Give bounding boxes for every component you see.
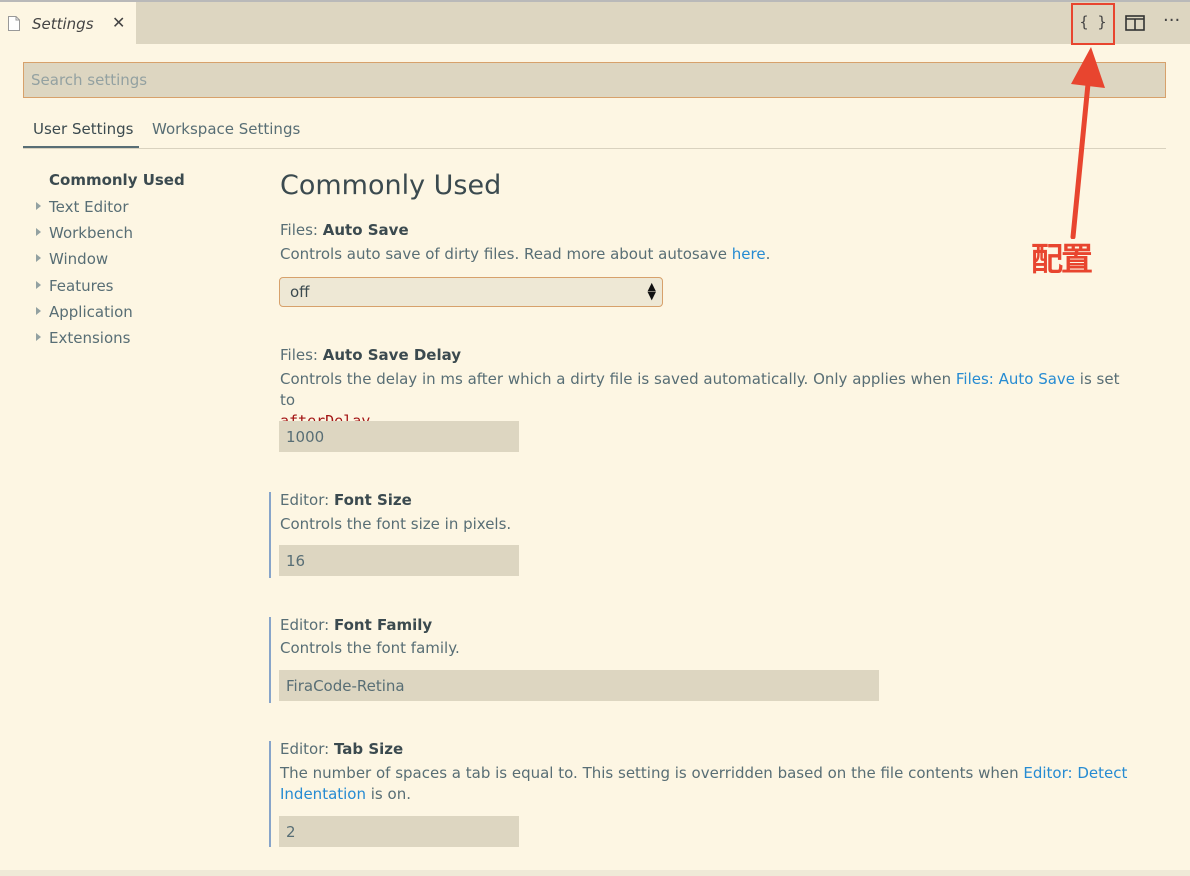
files-auto-save-link[interactable]: Files: Auto Save xyxy=(956,370,1075,388)
modified-indicator xyxy=(269,741,271,847)
tab-size-input[interactable] xyxy=(279,816,519,847)
annotation-arrow xyxy=(1070,47,1105,239)
setting-key: Tab Size xyxy=(333,740,404,758)
setting-desc-font-family: Controls the font family. xyxy=(280,639,460,657)
desc-text: Controls auto save of dirty files. Read … xyxy=(280,245,732,263)
chevron-right-icon xyxy=(36,281,41,289)
open-settings-json-button[interactable]: { } xyxy=(1071,3,1115,45)
toc-application[interactable]: Application xyxy=(49,303,133,321)
setting-category: Editor: xyxy=(280,491,334,509)
toc-features[interactable]: Features xyxy=(49,277,114,295)
setting-key: Auto Save xyxy=(322,221,409,239)
setting-category: Editor: xyxy=(280,616,334,634)
tab-user-settings[interactable]: User Settings xyxy=(33,120,133,138)
desc-text: Controls the delay in ms after which a d… xyxy=(280,370,956,388)
desc-text: . xyxy=(765,245,771,263)
modified-indicator xyxy=(269,492,271,578)
select-value: off xyxy=(290,283,310,301)
toc-workbench[interactable]: Workbench xyxy=(49,224,133,242)
font-family-input[interactable] xyxy=(279,670,879,701)
setting-title-font-family: Editor: Font Family xyxy=(280,616,432,634)
toc-window[interactable]: Window xyxy=(49,250,108,268)
auto-save-delay-input[interactable] xyxy=(279,421,519,452)
active-tab-indicator xyxy=(23,146,139,148)
setting-desc-font-size: Controls the font size in pixels. xyxy=(280,515,512,533)
auto-save-select[interactable]: off ▲ ▼ xyxy=(279,277,663,307)
setting-title-tab-size: Editor: Tab Size xyxy=(280,740,403,758)
tabs-divider xyxy=(23,148,1166,149)
setting-desc-tab-size: The number of spaces a tab is equal to. … xyxy=(280,763,1130,805)
setting-key: Font Family xyxy=(333,616,433,634)
braces-icon: { } xyxy=(1079,13,1107,31)
group-title: Commonly Used xyxy=(280,170,502,201)
tab-title: Settings xyxy=(32,15,94,33)
setting-category: Files: xyxy=(280,221,323,239)
modified-indicator xyxy=(269,617,271,703)
setting-category: Editor: xyxy=(280,740,334,758)
toc-extensions[interactable]: Extensions xyxy=(49,329,130,347)
setting-title-auto-save: Files: Auto Save xyxy=(280,221,409,239)
more-actions-icon[interactable]: ··· xyxy=(1163,10,1180,31)
settings-tab[interactable]: Settings ✕ xyxy=(0,2,136,44)
tab-workspace-settings[interactable]: Workspace Settings xyxy=(152,120,300,138)
setting-key: Font Size xyxy=(333,491,412,509)
detect-indentation-link-cont[interactable]: Indentation xyxy=(280,785,366,803)
chevron-right-icon xyxy=(36,228,41,236)
toc-commonly-used[interactable]: Commonly Used xyxy=(49,171,185,189)
select-arrows-icon: ▲ ▼ xyxy=(647,280,656,302)
font-size-input[interactable] xyxy=(279,545,519,576)
bottom-edge xyxy=(0,870,1190,876)
setting-desc-auto-save: Controls auto save of dirty files. Read … xyxy=(280,244,1130,265)
setting-title-font-size: Editor: Font Size xyxy=(280,491,412,509)
toc-text-editor[interactable]: Text Editor xyxy=(49,198,129,216)
setting-key: Auto Save Delay xyxy=(322,346,462,364)
chevron-right-icon xyxy=(36,202,41,210)
chevron-right-icon xyxy=(36,254,41,262)
desc-text: is on. xyxy=(366,785,411,803)
editor-tab-bar: Settings ✕ xyxy=(0,2,1190,44)
annotation-label: 配置 xyxy=(1031,240,1093,278)
detect-indentation-link[interactable]: Editor: Detect xyxy=(1023,764,1127,782)
autosave-help-link[interactable]: here xyxy=(732,245,766,263)
chevron-right-icon xyxy=(36,333,41,341)
setting-title-auto-save-delay: Files: Auto Save Delay xyxy=(280,346,461,364)
setting-category: Files: xyxy=(280,346,323,364)
chevron-right-icon xyxy=(36,307,41,315)
search-input[interactable] xyxy=(23,62,1166,98)
file-icon xyxy=(8,16,20,31)
close-icon[interactable]: ✕ xyxy=(112,13,125,32)
split-editor-icon[interactable] xyxy=(1125,15,1145,31)
desc-text: The number of spaces a tab is equal to. … xyxy=(280,764,1024,782)
